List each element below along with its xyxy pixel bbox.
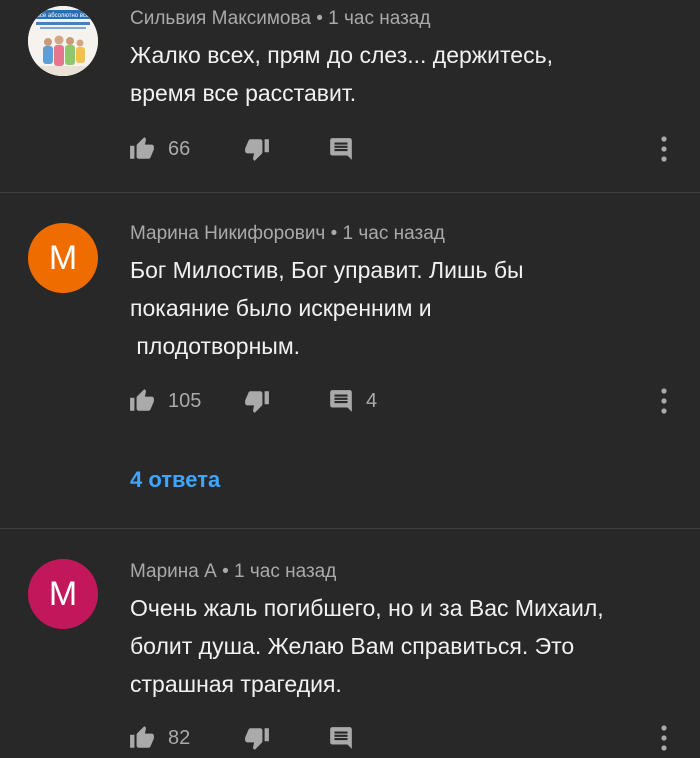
comment-text: Очень жаль погибшего, но и за Вас Михаил… — [130, 595, 604, 697]
comment-author[interactable]: Марина Никифорович — [130, 223, 325, 244]
dislike-button[interactable] — [243, 134, 271, 164]
meta-separator: • — [216, 561, 235, 582]
comment-meta: Марина А • 1 час назад — [130, 561, 336, 583]
thumb-up-icon — [130, 726, 154, 748]
avatar-letter: M — [48, 238, 78, 277]
comment-actions: 66 — [128, 134, 688, 164]
like-count: 82 — [168, 726, 191, 749]
more-vert-icon — [661, 388, 667, 414]
reply-button[interactable] — [328, 723, 366, 753]
dislike-button[interactable] — [243, 723, 271, 753]
more-options-button[interactable] — [658, 386, 670, 416]
comment-meta: Сильвия Максимова • 1 час назад — [130, 8, 430, 30]
meta-separator: • — [310, 8, 329, 29]
comment-actions: 82 — [128, 723, 688, 753]
comment-text: Бог Милостив, Бог управит. Лишь бы покая… — [130, 257, 524, 359]
avatar[interactable]: M — [28, 223, 98, 293]
comment-actions: 105 4 — [128, 386, 688, 416]
avatar[interactable]: все абсолютно все — [28, 6, 98, 76]
thumb-down-icon — [245, 728, 269, 750]
avatar[interactable]: M — [28, 559, 98, 629]
more-options-button[interactable] — [658, 723, 670, 753]
view-replies-link[interactable]: 4 ответа — [130, 467, 220, 493]
reply-count: 4 — [366, 389, 378, 412]
thumb-up-icon — [130, 389, 154, 411]
like-button[interactable]: 66 — [128, 134, 190, 164]
comment-text: Жалко всех, прям до слез... держитесь, в… — [130, 42, 553, 106]
comment-item: M Марина Никифорович • 1 час назад Бог М… — [0, 193, 700, 528]
comment-time[interactable]: 1 час назад — [234, 561, 336, 582]
avatar-letter: M — [48, 574, 78, 613]
comment-author[interactable]: Сильвия Максимова — [130, 8, 311, 29]
thumb-down-icon — [245, 139, 269, 161]
comment-author[interactable]: Марина А — [130, 561, 217, 582]
meta-separator: • — [325, 223, 343, 244]
more-vert-icon — [661, 725, 667, 751]
comment-icon — [330, 138, 352, 160]
like-count: 105 — [168, 389, 202, 412]
comment-time[interactable]: 1 час назад — [343, 223, 445, 244]
avatar-banner-text: все абсолютно все — [37, 13, 90, 19]
comment-icon — [330, 390, 352, 412]
comment-icon — [330, 727, 352, 749]
thumb-down-icon — [245, 391, 269, 413]
like-button[interactable]: 82 — [128, 723, 190, 753]
dislike-button[interactable] — [243, 386, 271, 416]
comment-item: M Марина А • 1 час назад Очень жаль поги… — [0, 529, 700, 751]
comment-item: все абсолютно все Сильвия Максимова • 1 … — [0, 0, 700, 192]
reply-button[interactable]: 4 — [328, 386, 377, 416]
comment-meta: Марина Никифорович • 1 час назад — [130, 223, 445, 245]
reply-button[interactable] — [328, 134, 366, 164]
like-button[interactable]: 105 — [128, 386, 201, 416]
more-vert-icon — [661, 136, 667, 162]
comment-time[interactable]: 1 час назад — [328, 8, 430, 29]
avatar-photo-icon: все абсолютно все — [28, 6, 98, 76]
like-count: 66 — [168, 137, 191, 160]
more-options-button[interactable] — [658, 134, 670, 164]
thumb-up-icon — [130, 137, 154, 159]
